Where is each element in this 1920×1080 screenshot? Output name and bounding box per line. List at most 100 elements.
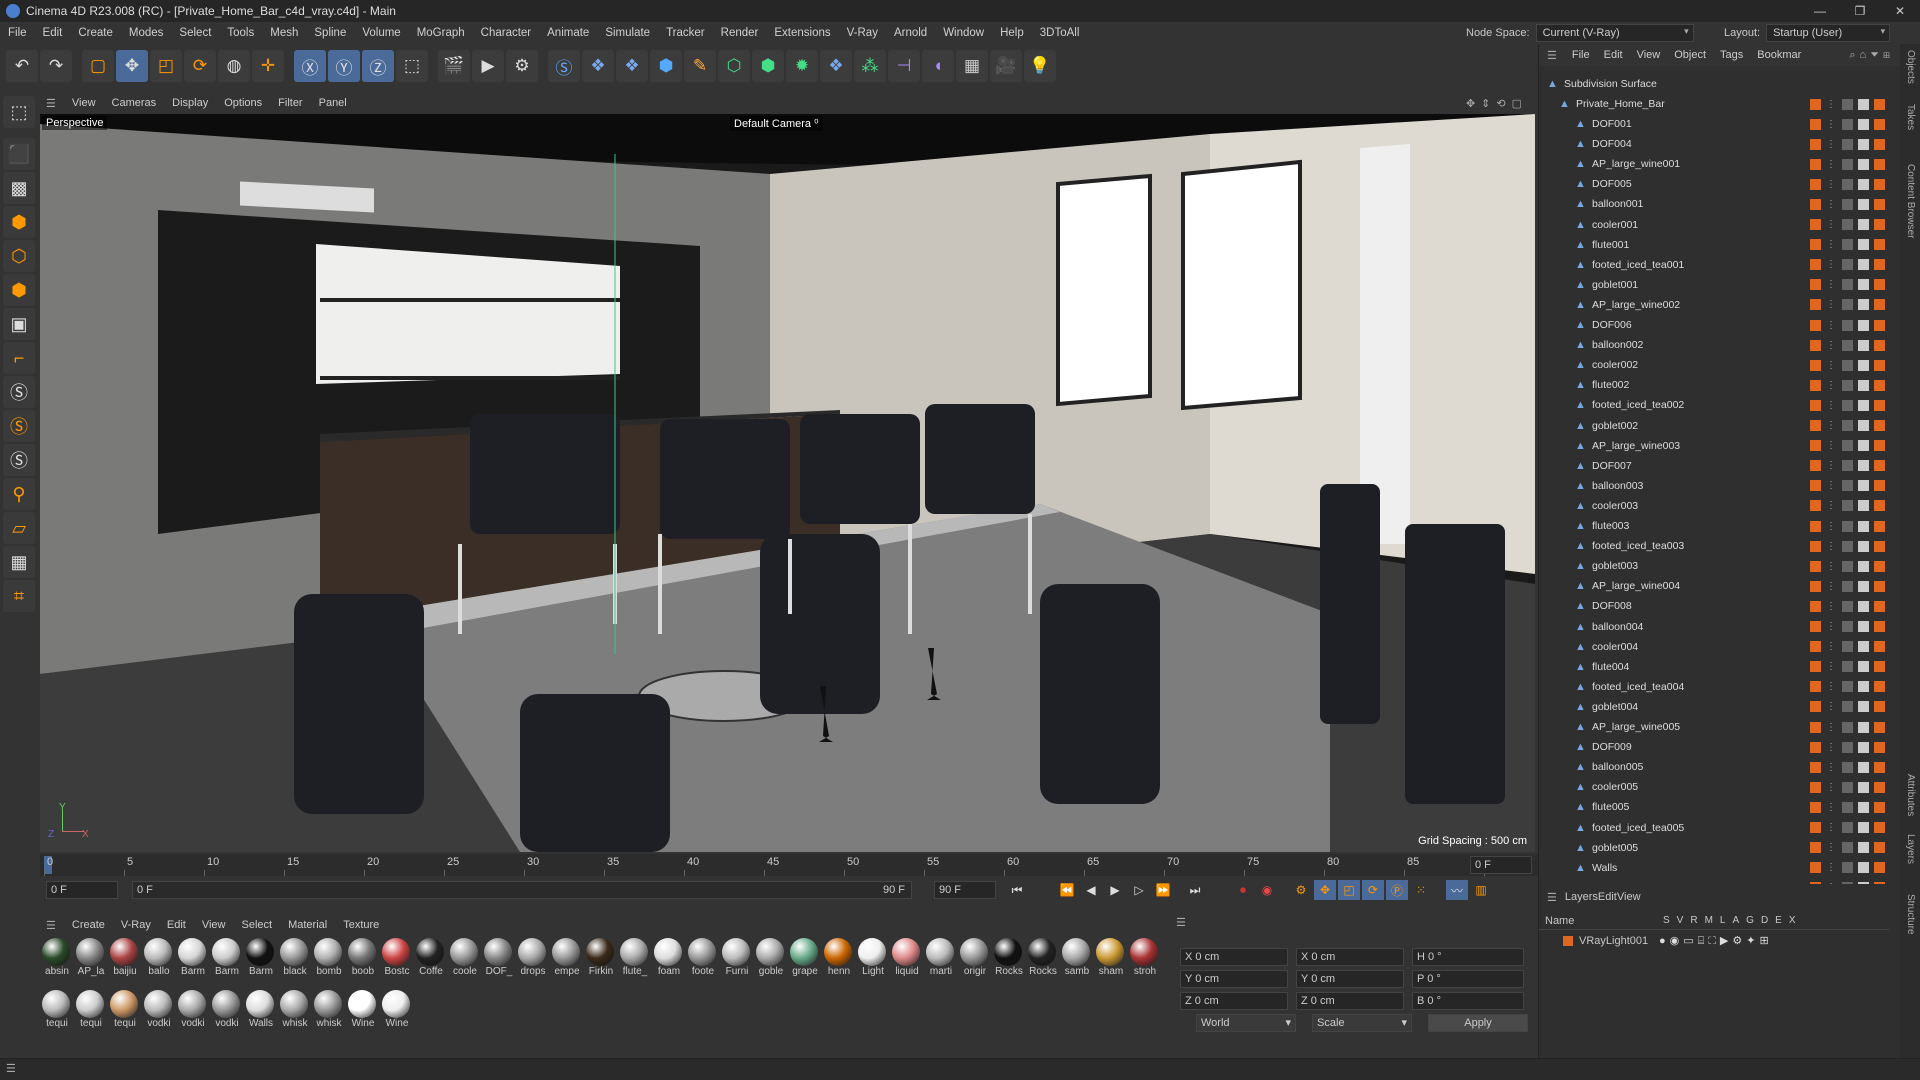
object-menu-tags[interactable]: Tags	[1713, 49, 1750, 61]
material-swatch[interactable]: whisk	[312, 990, 344, 1030]
current-frame-field[interactable]: 0 F	[1470, 856, 1532, 874]
material-menu-v-ray[interactable]: V-Ray	[113, 919, 159, 931]
size-z-field[interactable]: Z 0 cm	[1296, 992, 1404, 1010]
menu-edit[interactable]: Edit	[35, 27, 71, 39]
object-tags[interactable]: ⋮	[1810, 641, 1885, 653]
material-swatch[interactable]: samb	[1060, 938, 1092, 978]
object-row[interactable]: ▲ cooler003 ⋮	[1539, 496, 1889, 516]
object-tags[interactable]: ⋮	[1810, 98, 1885, 110]
menu-render[interactable]: Render	[713, 27, 767, 39]
python-icon-1[interactable]: ❖	[582, 50, 614, 82]
field-icon[interactable]: ◖	[922, 50, 954, 82]
menu-create[interactable]: Create	[70, 27, 121, 39]
material-swatch[interactable]: ballo	[142, 938, 174, 978]
object-tags[interactable]: ⋮	[1810, 540, 1885, 552]
size-x-field[interactable]: X 0 cm	[1296, 948, 1404, 966]
material-swatch[interactable]: Furni	[720, 938, 752, 978]
render-settings-icon[interactable]: ⚙	[506, 50, 538, 82]
record-icon[interactable]: ⏺	[1232, 880, 1254, 900]
render-view-icon[interactable]: 🎬	[438, 50, 470, 82]
apply-button[interactable]: Apply	[1428, 1014, 1528, 1032]
keyframe-selection-icon[interactable]: ⚙	[1290, 880, 1312, 900]
object-tags[interactable]: ⋮	[1810, 460, 1885, 472]
object-tags[interactable]: ⋮	[1810, 801, 1885, 813]
material-swatch[interactable]: tequi	[74, 990, 106, 1030]
menu-simulate[interactable]: Simulate	[597, 27, 658, 39]
material-swatch[interactable]: empe	[550, 938, 582, 978]
object-row[interactable]: ▲ balloon002 ⋮	[1539, 335, 1889, 355]
object-row[interactable]: ▲ DOF006 ⋮	[1539, 315, 1889, 335]
menu-mograph[interactable]: MoGraph	[409, 27, 473, 39]
menu-tracker[interactable]: Tracker	[658, 27, 713, 39]
interpolation-icon[interactable]: 〰	[1446, 880, 1468, 900]
key-rotation-icon[interactable]: ⟳	[1362, 880, 1384, 900]
object-row[interactable]: ▲ AP_large_wine003 ⋮	[1539, 436, 1889, 456]
material-swatch[interactable]: drops	[516, 938, 548, 978]
object-row[interactable]: ▲ cooler005 ⋮	[1539, 777, 1889, 797]
redo-icon[interactable]: ↷	[40, 50, 72, 82]
viewport-nav-icons[interactable]: ✥⇕⟲▢	[1466, 97, 1528, 110]
object-row[interactable]: ▲ footed_iced_tea004 ⋮	[1539, 677, 1889, 697]
material-swatch[interactable]: DOF_	[482, 938, 514, 978]
timeline-layout-icon[interactable]: ▥	[1470, 880, 1492, 900]
object-row[interactable]: ▲ AP_large_wine002 ⋮	[1539, 295, 1889, 315]
layer-hamburger-icon[interactable]: ☰	[1539, 891, 1565, 904]
object-tags[interactable]: ⋮	[1810, 178, 1885, 190]
object-tags[interactable]: ⋮	[1810, 822, 1885, 833]
menu-3dtoall[interactable]: 3DToAll	[1032, 27, 1088, 39]
object-tags[interactable]: ⋮	[1810, 480, 1885, 492]
object-tags[interactable]: ⋮	[1810, 359, 1885, 371]
camera-label[interactable]: Default Camera ⁰	[730, 116, 823, 131]
y-axis-lock-icon[interactable]: Ⓨ	[328, 50, 360, 82]
material-swatch[interactable]: black	[278, 938, 310, 978]
object-row[interactable]: ▲ flute001 ⋮	[1539, 235, 1889, 255]
viewport-menu-view[interactable]: View	[64, 97, 104, 109]
material-swatch[interactable]: vodki	[210, 990, 242, 1030]
object-row[interactable]: ▲ goblet001 ⋮	[1539, 275, 1889, 295]
object-tags[interactable]: ⋮	[1810, 339, 1885, 351]
object-tags[interactable]: ⋮	[1810, 198, 1885, 210]
axis-center-icon[interactable]: ✛	[252, 50, 284, 82]
close-icon[interactable]: ✕	[1880, 0, 1920, 22]
object-tags[interactable]: ⋮	[1810, 741, 1885, 753]
object-row[interactable]: ▲ DOF001 ⋮	[1539, 114, 1889, 134]
side-tab-structure[interactable]: Structure	[1905, 894, 1916, 935]
snap-icon[interactable]: ⚲	[3, 478, 35, 510]
menu-spline[interactable]: Spline	[306, 27, 354, 39]
recent-tools-icon[interactable]: ◍	[218, 50, 250, 82]
layer-menu-edit[interactable]: Edit	[1598, 891, 1617, 903]
object-row[interactable]: ▲ AP_large_wine001 ⋮	[1539, 154, 1889, 174]
material-swatch[interactable]: foote	[686, 938, 718, 978]
object-row[interactable]: ▲ footed_iced_tea003 ⋮	[1539, 536, 1889, 556]
object-tags[interactable]: ⋮	[1810, 399, 1885, 411]
object-tags[interactable]: ⋮	[1810, 279, 1885, 291]
object-row[interactable]: ▲ footed_iced_tea002 ⋮	[1539, 395, 1889, 415]
object-tags[interactable]: ⋮	[1810, 781, 1885, 793]
object-row[interactable]: ▲ goblet002 ⋮	[1539, 416, 1889, 436]
material-swatch[interactable]: grape	[788, 938, 820, 978]
go-to-end-icon[interactable]: ⏭	[1184, 880, 1206, 900]
object-tags[interactable]: ⋮	[1810, 580, 1885, 592]
subdivision-icon[interactable]: ⬡	[718, 50, 750, 82]
object-menu-edit[interactable]: Edit	[1597, 49, 1630, 61]
x-axis-lock-icon[interactable]: Ⓧ	[294, 50, 326, 82]
object-tags[interactable]: ⋮	[1810, 440, 1885, 452]
object-tags[interactable]: ⋮	[1810, 420, 1885, 431]
side-tab-content-browser[interactable]: Content Browser	[1905, 164, 1916, 238]
object-row[interactable]: ▲ balloon004 ⋮	[1539, 617, 1889, 637]
undo-icon[interactable]: ↶	[6, 50, 38, 82]
material-swatch[interactable]: liquid	[890, 938, 922, 978]
object-tags[interactable]: ⋮	[1810, 319, 1885, 331]
position-z-field[interactable]: Z 0 cm	[1180, 992, 1288, 1010]
layer-row[interactable]: VRayLight001 ●◉▭⌸⛶▶⚙✦⊞	[1539, 932, 1889, 950]
pen-icon[interactable]: ✎	[684, 50, 716, 82]
object-row[interactable]: ▲ goblet004 ⋮	[1539, 697, 1889, 717]
object-tags[interactable]: ⋮	[1810, 560, 1885, 572]
object-row[interactable]: ▲ balloon001 ⋮	[1539, 194, 1889, 214]
object-row[interactable]: ▲ footed_iced_tea001 ⋮	[1539, 255, 1889, 275]
object-tags[interactable]: ⋮	[1810, 761, 1885, 773]
lock-workplane-icon[interactable]: ⌗	[3, 580, 35, 612]
menu-tools[interactable]: Tools	[219, 27, 262, 39]
material-swatch[interactable]: stroh	[1128, 938, 1160, 978]
solo-icon-3[interactable]: Ⓢ	[3, 444, 35, 476]
